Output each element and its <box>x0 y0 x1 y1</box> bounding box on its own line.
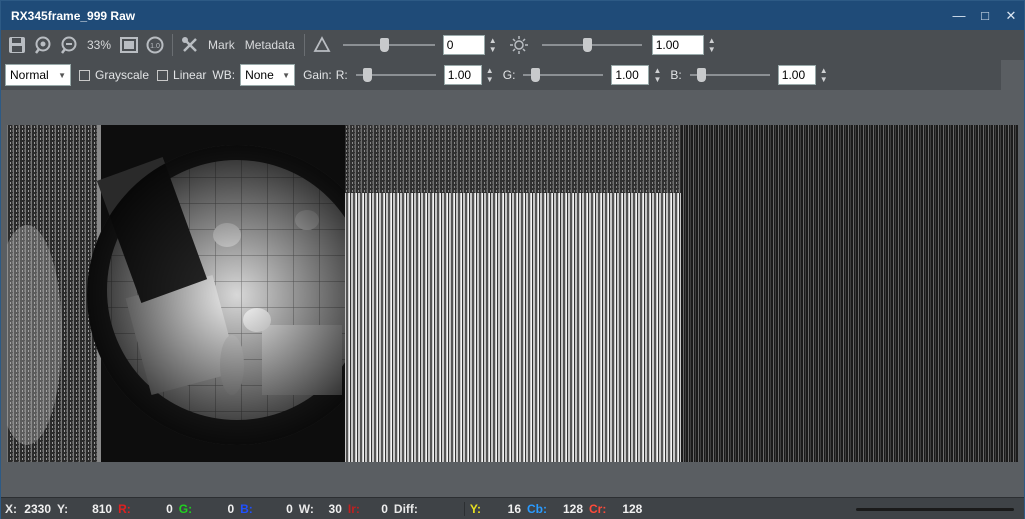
status-cb-label: Cb: <box>527 501 548 516</box>
chevron-down-icon: ▼ <box>282 70 291 80</box>
brightness-icon <box>508 34 530 56</box>
status-r-label: R: <box>118 501 131 516</box>
status-w-label: W: <box>298 501 314 516</box>
status-y-value: 810 <box>92 501 113 516</box>
close-button[interactable]: ✕ <box>998 1 1024 30</box>
wb-select[interactable]: None ▼ <box>240 64 296 86</box>
fit-screen-icon[interactable] <box>118 34 140 56</box>
horizontal-scrollbar[interactable] <box>856 508 1014 511</box>
linear-label: Linear <box>173 68 207 82</box>
zoom-level[interactable]: 33% <box>87 38 111 52</box>
gain-b-spinner-icon[interactable]: ▲ ▼ <box>819 66 829 84</box>
gain-r-spinner-icon[interactable]: ▲ ▼ <box>485 66 495 84</box>
status-luma-label: Y: <box>469 501 482 516</box>
adjust-toolbar: Normal ▼ Grayscale Linear WB: None ▼ Gai… <box>1 60 1001 90</box>
mode-select-value: Normal <box>10 68 49 82</box>
brightness-slider-thumb[interactable] <box>582 38 592 52</box>
status-bar: X: 2330 Y: 810 R: 0 G: 0 B: 0 W: 30 Ir: … <box>1 497 1024 519</box>
status-g-label: G: <box>178 501 193 516</box>
status-w-value: 30 <box>328 501 342 516</box>
brightness-input[interactable]: 1.00 <box>651 35 704 55</box>
tools-icon[interactable] <box>179 34 201 56</box>
status-b-value: 0 <box>286 501 293 516</box>
gain-r-slider[interactable] <box>355 65 436 85</box>
gain-r-label: R: <box>335 68 348 82</box>
gain-b-label: B: <box>670 68 682 82</box>
status-cb-value: 128 <box>562 501 584 516</box>
status-ir-value: 0 <box>381 501 388 516</box>
gain-r-slider-thumb[interactable] <box>362 68 372 82</box>
status-cr-label: Cr: <box>589 501 607 516</box>
exposure-slider-thumb[interactable] <box>380 38 390 52</box>
status-x-value: 2330 <box>24 501 51 516</box>
gain-label: Gain: <box>303 68 332 82</box>
wb-select-value: None <box>245 68 274 82</box>
linear-checkbox[interactable] <box>157 69 169 81</box>
brightness-spinner-icon[interactable]: ▲ ▼ <box>707 36 717 54</box>
raw-image <box>7 125 1018 462</box>
main-toolbar: 33% 1.0 Mark Metadata 0 ▲ ▼ 1.00 ▲ ▼ <box>1 30 1024 60</box>
chevron-down-icon: ▼ <box>58 70 66 80</box>
status-g-value: 0 <box>227 501 235 516</box>
gain-r-input[interactable]: 1.00 <box>443 65 482 85</box>
gain-b-slider-thumb[interactable] <box>696 68 706 82</box>
toolbar-separator <box>303 34 305 56</box>
maximize-button[interactable]: □ <box>972 1 998 30</box>
grayscale-checkbox[interactable] <box>79 69 90 81</box>
exposure-icon <box>311 34 333 56</box>
image-viewport[interactable] <box>1 90 1024 495</box>
app-window: RX345frame_999 Raw — □ ✕ 33% 1.0 Mark Me… <box>0 0 1025 519</box>
title-bar[interactable]: RX345frame_999 Raw — □ ✕ <box>1 1 1024 30</box>
wb-label: WB: <box>212 68 236 82</box>
exposure-input[interactable]: 0 <box>442 35 485 55</box>
mode-select[interactable]: Normal ▼ <box>5 64 71 86</box>
gain-g-label: G: <box>502 68 516 82</box>
zoom-in-icon[interactable] <box>32 34 54 56</box>
metadata-button[interactable]: Metadata <box>245 38 295 52</box>
window-title: RX345frame_999 Raw <box>11 8 136 23</box>
grayscale-label: Grayscale <box>95 68 150 82</box>
exposure-spinner-icon[interactable]: ▲ ▼ <box>488 36 498 54</box>
gain-g-slider-thumb[interactable] <box>530 68 540 82</box>
gain-b-slider[interactable] <box>689 65 770 85</box>
fisheye-photo <box>87 145 387 445</box>
raw-image-canvas[interactable] <box>7 125 1018 462</box>
gain-g-slider[interactable] <box>523 65 604 85</box>
status-x-label: X: <box>5 501 17 516</box>
gain-g-input[interactable]: 1.00 <box>611 65 650 85</box>
minimize-button[interactable]: — <box>946 1 972 30</box>
actual-size-icon[interactable]: 1.0 <box>144 34 166 56</box>
gain-g-spinner-icon[interactable]: ▲ ▼ <box>652 66 662 84</box>
status-ir-label: Ir: <box>347 501 360 516</box>
gain-b-input[interactable]: 1.00 <box>777 65 816 85</box>
status-r-value: 0 <box>166 501 173 516</box>
status-luma-value: 16 <box>507 501 522 516</box>
save-icon[interactable] <box>6 34 28 56</box>
status-b-label: B: <box>240 501 253 516</box>
zoom-out-icon[interactable] <box>58 34 80 56</box>
status-diff-label: Diff: <box>393 501 418 516</box>
brightness-slider[interactable] <box>541 35 642 55</box>
exposure-slider[interactable] <box>342 35 435 55</box>
svg-text:1.0: 1.0 <box>150 43 160 50</box>
mark-button[interactable]: Mark <box>208 38 235 52</box>
status-cr-value: 128 <box>622 501 643 516</box>
toolbar-separator <box>172 34 174 56</box>
status-y-label: Y: <box>57 501 69 516</box>
